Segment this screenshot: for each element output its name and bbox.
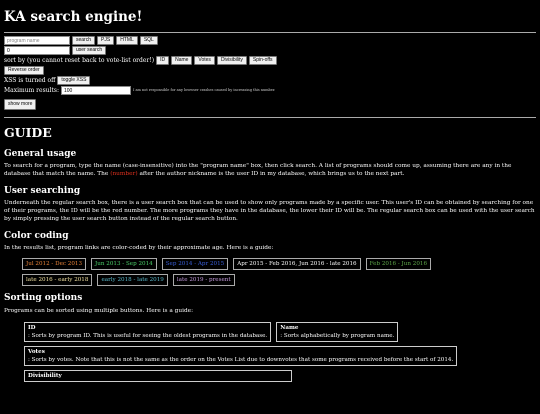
search-button[interactable]: search (72, 36, 96, 46)
sort-id-button[interactable]: ID (156, 56, 170, 66)
sorting-guide: ID: Sorts by program ID. This is useful … (24, 321, 536, 383)
sort-guide-name: Name: Sorts alphabetically by program na… (276, 321, 399, 342)
guide-divider (4, 117, 536, 119)
user-searching-heading: User searching (4, 186, 81, 197)
color-badge: Apr 2015 - Feb 2016, Jun 2016 - late 201… (233, 258, 361, 271)
show-more-row: show more (4, 99, 536, 111)
guide-title: GUIDE (4, 125, 52, 141)
sort-guide-id-title: ID (28, 324, 36, 331)
xss-status: XSS is turned off (4, 76, 56, 84)
sort-guide-votes-desc: : Sorts by votes. Note that this is not … (28, 356, 454, 363)
user-id-input[interactable] (4, 46, 70, 56)
page: KA search engine! search PJS HTML SQL us… (0, 9, 540, 383)
sorting-guide-row: Divisibility (24, 369, 536, 383)
sort-row: sort by (you cannot reset back to vote-l… (4, 56, 536, 66)
sorting-guide-row: Votes: Sorts by votes. Note that this is… (24, 345, 536, 366)
page-title: KA search engine! (4, 9, 143, 25)
html-button[interactable]: HTML (116, 36, 138, 46)
sort-guide-id-desc: : Sorts by program ID. This is useful fo… (28, 332, 268, 339)
program-name-input[interactable] (4, 36, 70, 46)
color-badge: Jun 2013 - Sep 2014 (91, 258, 157, 271)
sort-name-button[interactable]: Name (171, 56, 193, 66)
sort-guide-name-desc: : Sorts alphabetically by program name. (280, 332, 395, 339)
show-more-button[interactable]: show more (4, 99, 37, 111)
sort-spinoffs-button[interactable]: Spin-offs (248, 56, 277, 66)
user-id-example: (number) (110, 171, 138, 178)
color-badge: late 2019 - present (172, 274, 235, 287)
color-coding-heading: Color coding (4, 231, 69, 242)
sort-guide-divisibility-title: Divisibility (28, 372, 62, 379)
max-results-label: Maximum results: (4, 86, 59, 94)
user-searching-text: Underneath the regular search box, there… (4, 200, 535, 223)
color-badge: Jul 2012 - Dec 2013 (22, 258, 87, 271)
max-results-note: I am not responsible for any browser cra… (132, 88, 276, 93)
color-legend: Jul 2012 - Dec 2013 Jun 2013 - Sep 2014 … (22, 258, 502, 287)
title-divider (4, 32, 536, 34)
sort-divisibility-button[interactable]: Divisibility (216, 56, 247, 66)
sort-guide-id: ID: Sorts by program ID. This is useful … (24, 321, 272, 342)
max-results-input[interactable] (60, 86, 131, 96)
sort-guide-votes: Votes: Sorts by votes. Note that this is… (24, 345, 458, 366)
sort-guide-divisibility: Divisibility (24, 369, 292, 383)
sort-guide-votes-title: Votes (28, 348, 45, 355)
color-badge: Sep 2014 - Apr 2015 (161, 258, 229, 271)
sort-votes-button[interactable]: Votes (194, 56, 215, 66)
sorting-options-heading: Sorting options (4, 293, 83, 304)
user-search-row: user search (4, 46, 536, 56)
color-badge: Feb 2016 - Jun 2016 (365, 258, 431, 271)
sorting-guide-row: ID: Sorts by program ID. This is useful … (24, 321, 536, 342)
general-usage-heading: General usage (4, 149, 77, 160)
general-usage-text-part2: after the author nickname is the user ID… (139, 171, 405, 178)
reverse-order-button[interactable]: Reverse order (4, 66, 44, 76)
xss-row: XSS is turned off toggle XSS (4, 76, 536, 86)
sql-button[interactable]: SQL (139, 36, 158, 46)
sort-guide-name-title: Name (280, 324, 299, 331)
color-badge: late 2016 - early 2018 (22, 274, 93, 287)
reverse-row: Reverse order (4, 66, 536, 76)
program-search-row: search PJS HTML SQL (4, 36, 536, 46)
toggle-xss-button[interactable]: toggle XSS (57, 76, 91, 86)
user-search-button[interactable]: user search (72, 46, 107, 56)
color-coding-text: In the results list, program links are c… (4, 245, 274, 252)
pjs-button[interactable]: PJS (97, 36, 115, 46)
sort-label: sort by (you cannot reset back to vote-l… (4, 56, 155, 64)
color-badge: early 2018 - late 2019 (97, 274, 168, 287)
general-usage-text: To search for a program, type the name (… (4, 163, 536, 179)
sorting-options-text: Programs can be sorted using multiple bu… (4, 307, 194, 314)
max-results-row: Maximum results: I am not responsible fo… (4, 86, 536, 96)
